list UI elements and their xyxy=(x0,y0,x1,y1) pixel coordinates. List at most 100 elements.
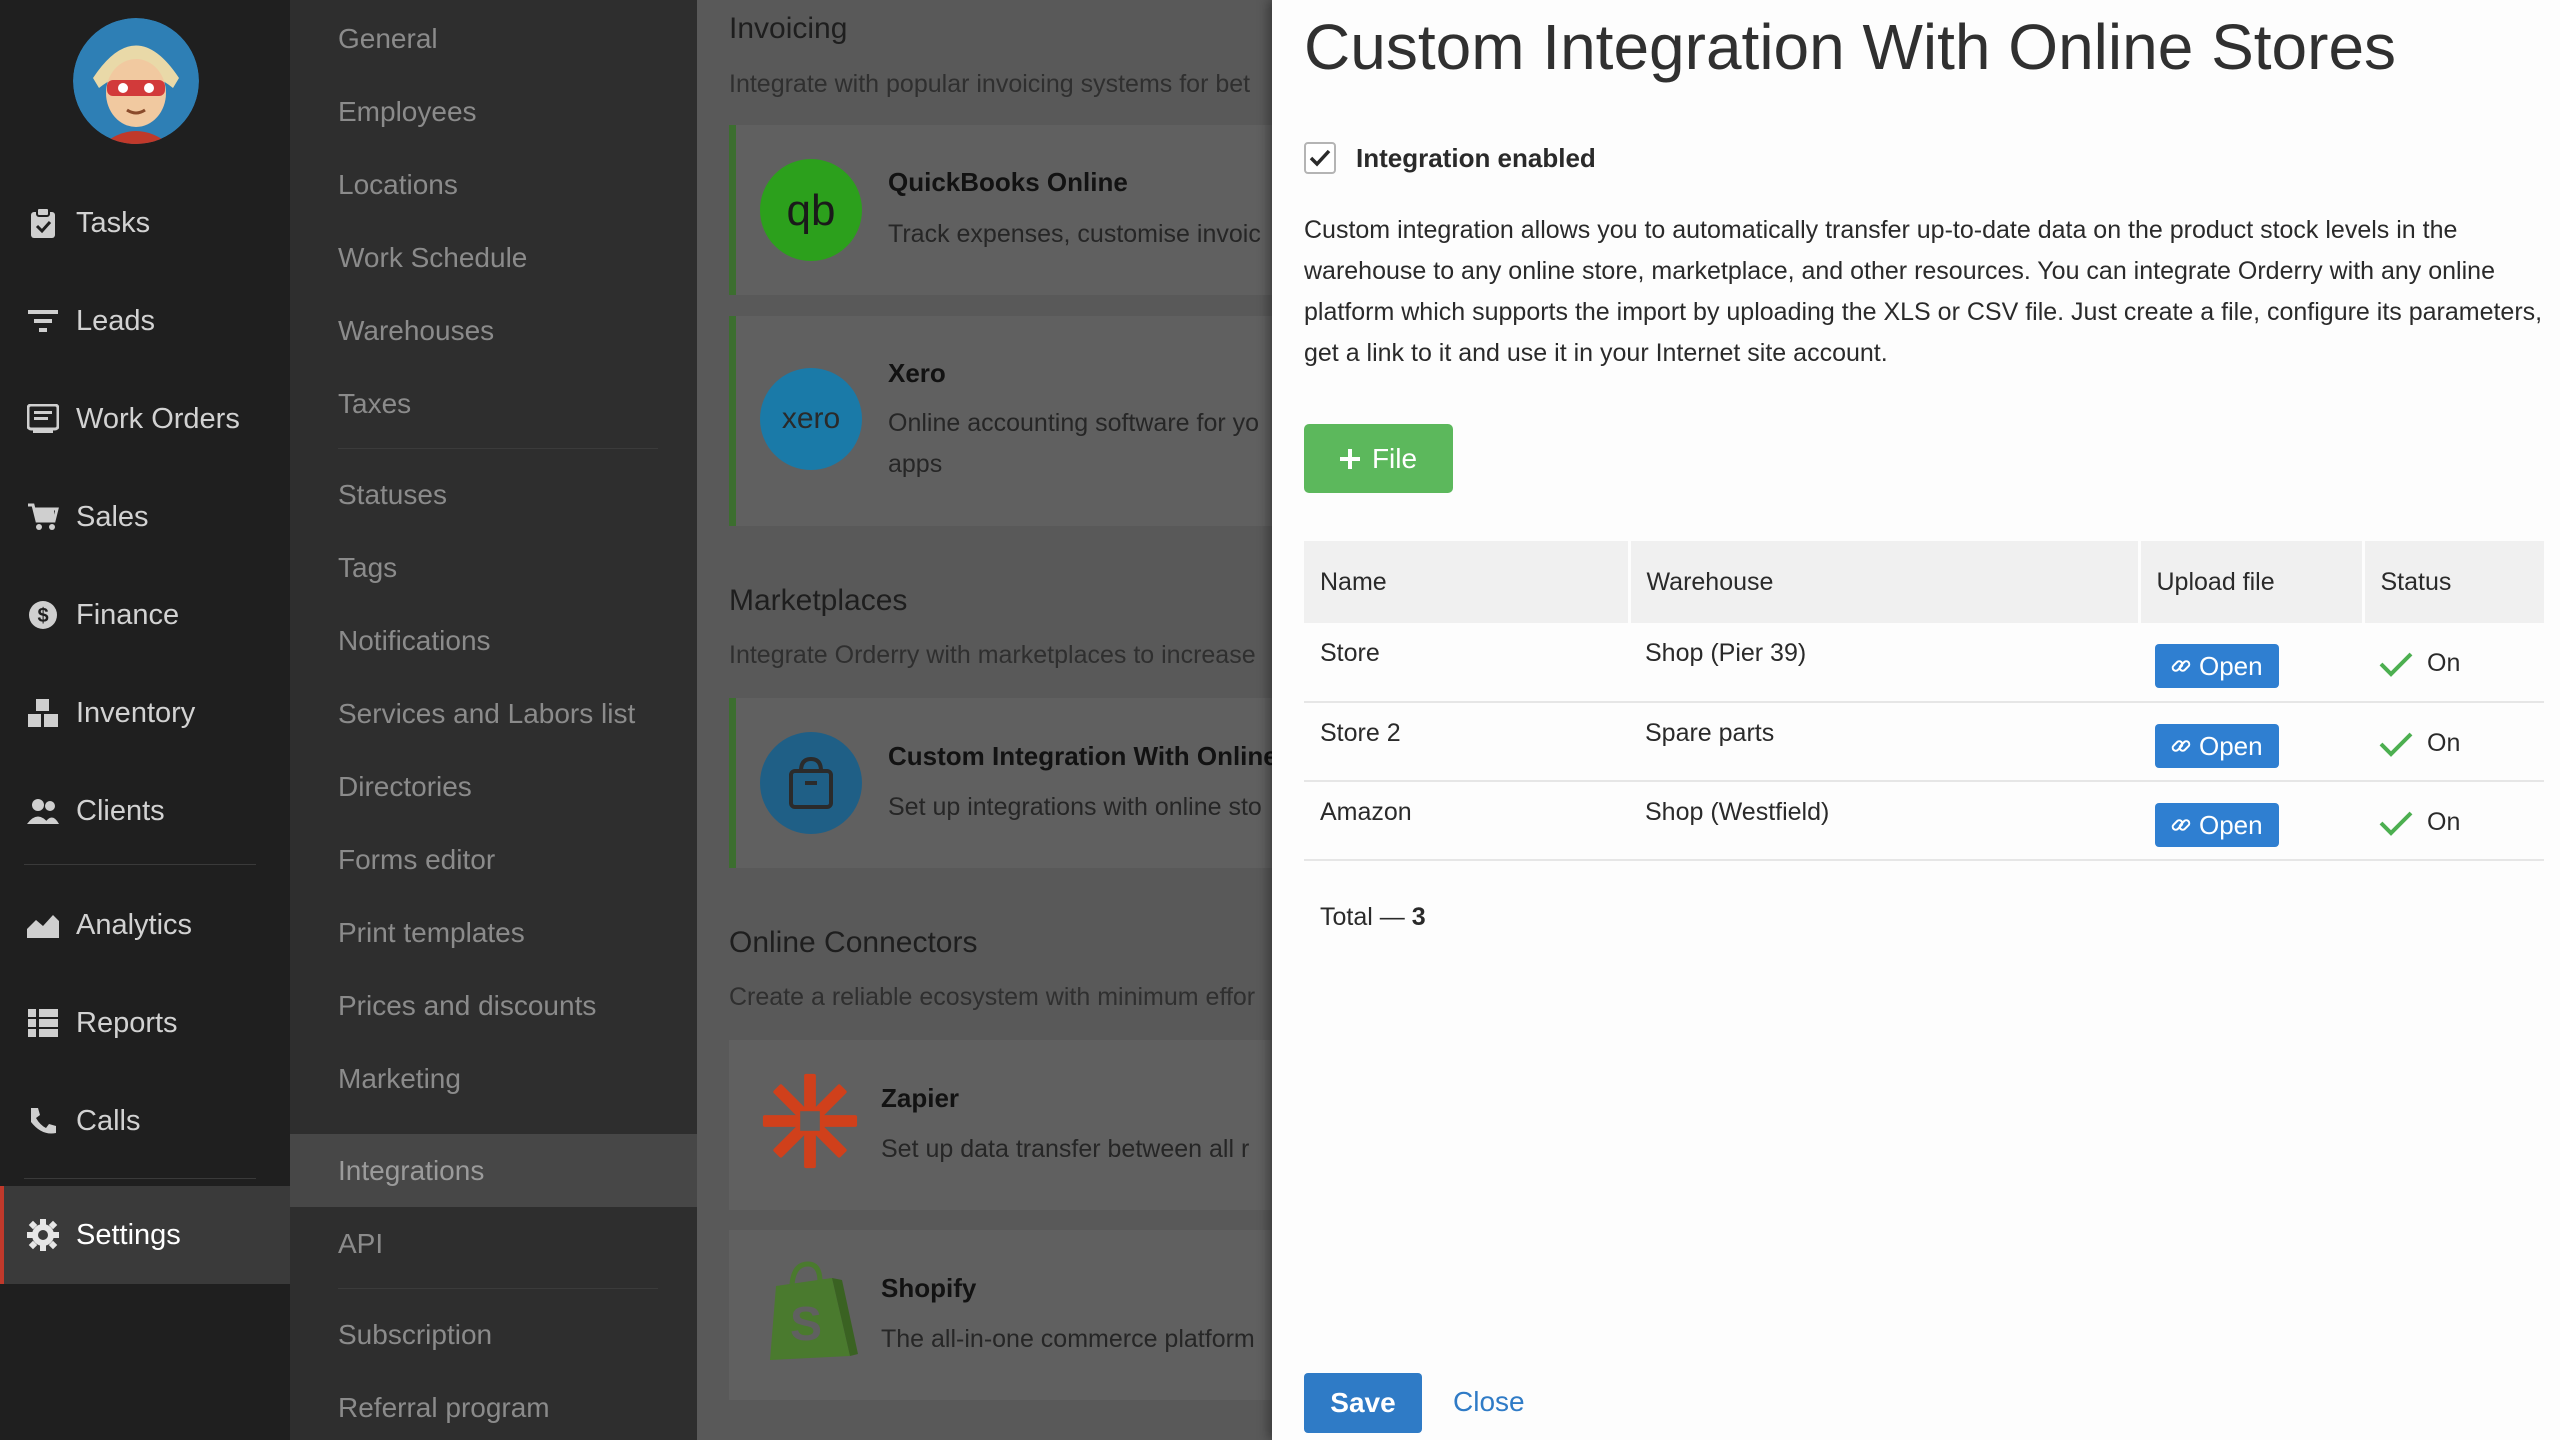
submenu-referral[interactable]: Referral program xyxy=(290,1371,697,1440)
zapier-icon xyxy=(759,1070,861,1172)
integrations-content: Invoicing Integrate with popular invoici… xyxy=(697,0,1272,1440)
section-description: Integrate Orderry with marketplaces to i… xyxy=(729,641,1256,669)
add-file-label: File xyxy=(1371,442,1418,474)
panel-title: Custom Integration With Online Stores xyxy=(1304,11,2397,83)
section-title: Online Connectors xyxy=(729,926,978,959)
open-link-button[interactable]: Open xyxy=(2155,803,2279,847)
nav-clients[interactable]: Clients xyxy=(0,762,290,860)
table-header-row: Name Warehouse Upload file Status xyxy=(1304,541,2544,623)
integration-card-quickbooks[interactable]: qb QuickBooks Online Track expenses, cus… xyxy=(729,125,1272,295)
check-icon xyxy=(2379,811,2413,836)
cell-status: On xyxy=(2363,781,2544,861)
nav-label: Tasks xyxy=(76,206,151,239)
add-file-button[interactable]: File xyxy=(1304,424,1453,493)
nav-divider xyxy=(24,1178,256,1179)
xero-icon: xero xyxy=(760,368,862,470)
open-link-button[interactable]: Open xyxy=(2155,724,2279,768)
close-button[interactable]: Close xyxy=(1453,1386,1525,1418)
custom-integration-panel: Custom Integration With Online Stores In… xyxy=(1272,0,2560,1440)
save-button[interactable]: Save xyxy=(1304,1373,1422,1433)
nav-label: Calls xyxy=(76,1104,141,1137)
work-order-icon xyxy=(26,402,60,436)
submenu-services[interactable]: Services and Labors list xyxy=(290,677,697,750)
nav-settings[interactable]: Settings xyxy=(0,1186,290,1284)
submenu-prices[interactable]: Prices and discounts xyxy=(290,969,697,1042)
avatar[interactable] xyxy=(73,18,199,144)
nav-calls[interactable]: Calls xyxy=(0,1072,290,1170)
card-description: Online accounting software for yo xyxy=(888,409,1260,437)
integration-card-zapier[interactable]: Zapier Set up data transfer between all … xyxy=(729,1040,1272,1210)
integration-card-xero[interactable]: xero Xero Online accounting software for… xyxy=(729,316,1272,526)
nav-analytics[interactable]: Analytics xyxy=(0,876,290,974)
card-description: The all-in-one commerce platform xyxy=(881,1325,1255,1353)
section-title: Invoicing xyxy=(729,12,848,45)
files-table: Name Warehouse Upload file Status Store … xyxy=(1304,541,2544,861)
column-header-name[interactable]: Name xyxy=(1304,541,1631,623)
open-link-button[interactable]: Open xyxy=(2155,644,2279,688)
nav-finance[interactable]: $ Finance xyxy=(0,566,290,664)
nav-inventory[interactable]: Inventory xyxy=(0,664,290,762)
submenu-employees[interactable]: Employees xyxy=(290,75,697,148)
check-icon xyxy=(2379,732,2413,757)
submenu-forms-editor[interactable]: Forms editor xyxy=(290,823,697,896)
cell-warehouse: Shop (Westfield) xyxy=(1629,781,2139,861)
integration-card-custom[interactable]: Custom Integration With Online Set up in… xyxy=(729,698,1272,868)
nav-divider xyxy=(24,864,256,865)
card-title: Zapier xyxy=(881,1083,960,1113)
cell-name[interactable]: Store 2 xyxy=(1304,702,1629,782)
card-title: Custom Integration With Online xyxy=(888,741,1272,771)
table-row[interactable]: Store Shop (Pier 39) Open On xyxy=(1304,623,2544,703)
column-header-upload-file[interactable]: Upload file xyxy=(2139,541,2365,623)
nav-leads[interactable]: Leads xyxy=(0,272,290,370)
submenu-api[interactable]: API xyxy=(290,1207,697,1280)
card-title: Xero xyxy=(888,358,946,388)
svg-text:$: $ xyxy=(37,605,48,627)
integration-card-shopify[interactable]: S Shopify The all-in-one commerce platfo… xyxy=(729,1230,1272,1400)
integration-enabled-label[interactable]: Integration enabled xyxy=(1356,143,1596,174)
submenu-subscription[interactable]: Subscription xyxy=(290,1298,697,1371)
submenu-marketing[interactable]: Marketing xyxy=(290,1042,697,1115)
integration-description: Custom integration allows you to automat… xyxy=(1304,216,2543,367)
check-icon xyxy=(2379,652,2413,677)
submenu-statuses[interactable]: Statuses xyxy=(290,458,697,531)
nav-label: Finance xyxy=(76,598,180,631)
settings-submenu: General Employees Locations Work Schedul… xyxy=(290,0,697,1440)
clipboard-icon xyxy=(26,206,60,240)
table-row[interactable]: Store 2 Spare parts Open On xyxy=(1304,702,2544,782)
cell-name[interactable]: Amazon xyxy=(1304,781,1629,861)
column-header-warehouse[interactable]: Warehouse xyxy=(1629,541,2141,623)
submenu-print-templates[interactable]: Print templates xyxy=(290,896,697,969)
gear-icon xyxy=(26,1218,60,1252)
table-row[interactable]: Amazon Shop (Westfield) Open On xyxy=(1304,781,2544,861)
submenu-notifications[interactable]: Notifications xyxy=(290,604,697,677)
nav-label: Sales xyxy=(76,500,149,533)
status-label: On xyxy=(2427,729,2461,757)
total-count: Total — 3 xyxy=(1320,903,1426,932)
submenu-integrations[interactable]: Integrations xyxy=(290,1134,697,1207)
submenu-work-schedule[interactable]: Work Schedule xyxy=(290,221,697,294)
section-description: Integrate with popular invoicing systems… xyxy=(729,70,1251,98)
submenu-directories[interactable]: Directories xyxy=(290,750,697,823)
submenu-locations[interactable]: Locations xyxy=(290,148,697,221)
nav-label: Settings xyxy=(76,1218,181,1251)
svg-text:qb: qb xyxy=(787,186,836,235)
submenu-warehouses[interactable]: Warehouses xyxy=(290,294,697,367)
submenu-taxes[interactable]: Taxes xyxy=(290,367,697,440)
column-header-status[interactable]: Status xyxy=(2363,541,2544,623)
nav-tasks[interactable]: Tasks xyxy=(0,174,290,272)
cell-upload: Open xyxy=(2139,781,2363,861)
submenu-general[interactable]: General xyxy=(290,2,697,75)
integration-enabled-checkbox[interactable] xyxy=(1304,142,1336,174)
cell-upload: Open xyxy=(2139,702,2363,782)
list-icon xyxy=(26,1006,60,1040)
cell-name[interactable]: Store xyxy=(1304,623,1629,703)
submenu-tags[interactable]: Tags xyxy=(290,531,697,604)
cell-warehouse: Spare parts xyxy=(1629,702,2139,782)
nav-reports[interactable]: Reports xyxy=(0,974,290,1072)
total-label: Total — xyxy=(1320,903,1405,931)
checkmark-icon xyxy=(1309,149,1331,167)
dollar-icon: $ xyxy=(26,598,60,632)
nav-sales[interactable]: Sales xyxy=(0,468,290,566)
nav-work-orders[interactable]: Work Orders xyxy=(0,370,290,468)
nav-label: Leads xyxy=(76,304,156,337)
